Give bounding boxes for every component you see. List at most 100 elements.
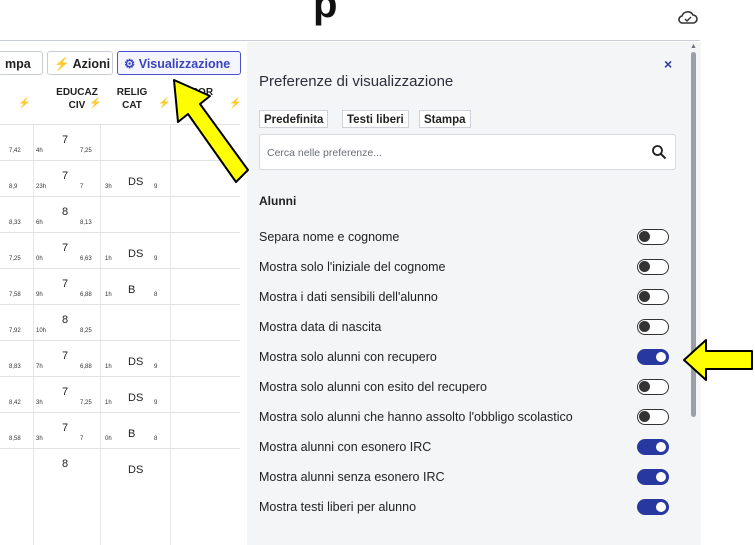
preference-toggle[interactable]	[637, 409, 669, 425]
cell-rel-grade: B	[128, 284, 136, 296]
table-row[interactable]	[0, 340, 240, 377]
cell-average: 7	[80, 436, 84, 442]
view-preferences-panel: Preferenze di visualizzazione × ▲ Predef…	[247, 42, 701, 545]
toggle-knob	[639, 411, 650, 422]
preferences-search-input[interactable]: Cerca nelle preferenze...	[259, 134, 676, 170]
print-button-label: mpa	[5, 57, 31, 71]
cell-rel-grade: DS	[128, 392, 144, 404]
toggle-knob	[639, 321, 650, 332]
cell-grade: 7	[62, 350, 69, 362]
cell-rel-hours: 3h	[105, 184, 112, 190]
preference-toggle[interactable]	[637, 439, 669, 455]
toggle-knob	[656, 442, 666, 452]
cell-hours-absent: 3h	[36, 400, 43, 406]
toggle-knob	[639, 231, 650, 242]
cell-rel-grade: DS	[128, 356, 144, 368]
cell-hours-absent: 4h	[36, 148, 43, 154]
preference-label: Mostra alunni con esonero IRC	[259, 440, 432, 454]
search-placeholder: Cerca nelle preferenze...	[267, 147, 382, 159]
cloud-sync-icon[interactable]	[677, 8, 699, 28]
page-title-fragment: p	[313, 0, 338, 26]
cell-rel-grade: DS	[128, 248, 144, 260]
preset-print-button[interactable]: Stampa	[419, 110, 471, 128]
actions-button-label: Azioni	[72, 57, 111, 71]
cell-hours-absent: 7h	[36, 364, 43, 370]
preference-label: Mostra solo l'iniziale del cognome	[259, 260, 446, 274]
cell-average: 7	[80, 184, 84, 190]
cell-previous-average: 7,92	[9, 328, 21, 334]
cell-rel-grade: DS	[128, 176, 144, 188]
cell-hours-absent: 3h	[36, 436, 43, 442]
view-settings-button[interactable]: ⚙ Visualizzazione	[117, 51, 241, 75]
column-bolt-icon[interactable]: ⚡	[89, 98, 101, 109]
cell-rel-grade: B	[128, 428, 136, 440]
print-button[interactable]: mpa	[0, 51, 43, 75]
preference-label: Mostra solo alunni con esito del recuper…	[259, 380, 487, 394]
scroll-up-icon[interactable]: ▲	[690, 43, 697, 50]
preset-free-text-button[interactable]: Testi liberi	[342, 110, 409, 128]
table-row[interactable]	[0, 448, 240, 485]
search-icon[interactable]	[651, 144, 667, 160]
column-header-relig-cat: RELIG CAT	[116, 87, 148, 111]
table-row[interactable]	[0, 412, 240, 449]
cell-previous-average: 7,42	[9, 148, 21, 154]
cell-rel-average: 9	[154, 364, 158, 370]
preference-label: Mostra data di nascita	[259, 320, 382, 334]
close-icon[interactable]: ×	[664, 56, 672, 72]
preference-label: Mostra solo alunni con recupero	[259, 350, 437, 364]
table-row[interactable]	[0, 376, 240, 413]
cell-grade: 7	[62, 134, 69, 146]
cell-rel-average: 9	[154, 400, 158, 406]
preference-toggle[interactable]	[637, 499, 669, 515]
panel-title: Preferenze di visualizzazione	[259, 73, 454, 90]
preset-default-button[interactable]: Predefinita	[259, 110, 329, 128]
cell-rel-average: 8	[154, 436, 158, 442]
cell-rel-hours: 1h	[105, 292, 112, 298]
table-row[interactable]	[0, 304, 240, 341]
column-bolt-icon[interactable]: ⚡	[158, 98, 170, 109]
table-row[interactable]	[0, 232, 240, 269]
preference-toggle[interactable]	[637, 319, 669, 335]
preference-toggle[interactable]	[637, 259, 669, 275]
preference-toggle[interactable]	[637, 289, 669, 305]
cell-average: 8,25	[80, 328, 92, 334]
table-row[interactable]	[0, 268, 240, 305]
cell-rel-average: 8	[154, 292, 158, 298]
cell-grade: 7	[62, 278, 69, 290]
preference-toggle[interactable]	[637, 349, 669, 365]
preference-toggle[interactable]	[637, 379, 669, 395]
preference-label: Mostra i dati sensibili dell'alunno	[259, 290, 438, 304]
preference-label: Separa nome e cognome	[259, 230, 400, 244]
preference-toggle[interactable]	[637, 469, 669, 485]
cell-previous-average: 7,25	[9, 256, 21, 262]
cell-previous-average: 8,58	[9, 436, 21, 442]
toggle-knob	[656, 502, 666, 512]
toggle-knob	[639, 291, 650, 302]
cell-rel-hours: 1h	[105, 364, 112, 370]
cell-average: 6,88	[80, 364, 92, 370]
toggle-knob	[639, 381, 650, 392]
cell-rel-grade: DS	[128, 464, 144, 476]
preference-toggle[interactable]	[637, 229, 669, 245]
cell-grade: 7	[62, 170, 69, 182]
cell-hours-absent: 6h	[36, 220, 43, 226]
cell-average: 6,88	[80, 292, 92, 298]
preference-label: Mostra alunni senza esonero IRC	[259, 470, 445, 484]
header-divider	[0, 40, 700, 41]
cell-rel-hours: 1h	[105, 256, 112, 262]
actions-button[interactable]: ⚡ Azioni	[47, 51, 113, 75]
cell-rel-hours: 0h	[105, 436, 112, 442]
cell-grade: 8	[62, 314, 69, 326]
table-row[interactable]	[0, 196, 240, 233]
cell-rel-average: 9	[154, 256, 158, 262]
cell-grade: 7	[62, 422, 69, 434]
annotation-arrow-icon	[173, 79, 249, 183]
cell-grade: 7	[62, 386, 69, 398]
cell-grade: 7	[62, 242, 69, 254]
cell-hours-absent: 9h	[36, 292, 43, 298]
cell-hours-absent: 10h	[36, 328, 47, 334]
annotation-arrow-icon	[683, 339, 753, 381]
column-sort-icon[interactable]: ⚡	[18, 98, 30, 109]
sliders-icon: ⚙	[124, 57, 136, 71]
cell-rel-hours: 1h	[105, 400, 112, 406]
